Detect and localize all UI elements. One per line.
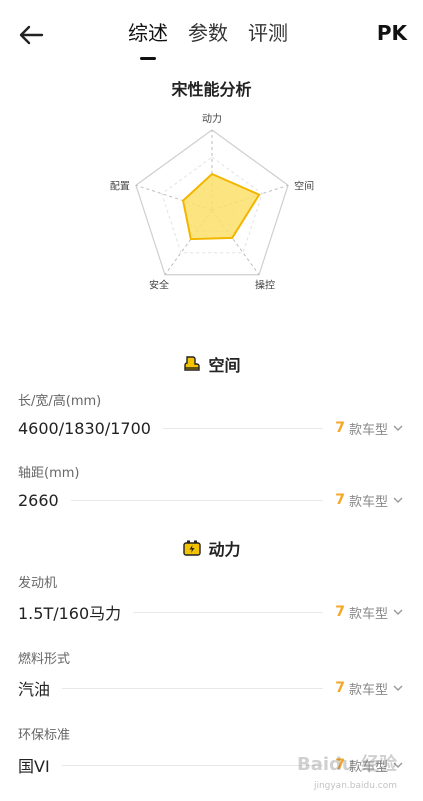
param-label-fuel: 燃料形式 (18, 652, 71, 667)
model-count: 7 (335, 420, 345, 436)
param-value-engine: 1.5T/160马力 (18, 604, 122, 623)
model-count: 7 (335, 604, 345, 620)
tab-bar: 综述 参数 评测 (128, 18, 288, 60)
divider (62, 687, 324, 689)
top-nav: 综述 参数 评测 PK (0, 10, 423, 60)
param-value-emission: 国VI (18, 757, 50, 776)
model-count-suffix: 款车型 (348, 422, 388, 438)
param-label-emission: 环保标准 (18, 728, 71, 743)
divider (61, 764, 324, 766)
tab-review[interactable]: 评测 (248, 18, 288, 54)
param-value-fuel: 汽油 (18, 680, 51, 699)
model-count-suffix: 款车型 (348, 494, 388, 510)
param-row-fuel[interactable]: 汽油 7 款车型 (18, 676, 404, 700)
divider (70, 499, 324, 501)
model-count: 7 (335, 680, 345, 696)
analysis-title: 宋性能分析 (171, 80, 252, 99)
param-row-engine[interactable]: 1.5T/160马力 7 款车型 (18, 600, 404, 624)
model-count-suffix: 款车型 (348, 682, 388, 698)
param-row-wheelbase[interactable]: 2660 7 款车型 (18, 488, 404, 512)
status-bar (0, 0, 423, 8)
radar-axis-label: 操控 (255, 279, 275, 292)
battery-icon (183, 540, 202, 556)
divider (162, 427, 324, 429)
model-count: 7 (335, 492, 345, 508)
tab-params[interactable]: 参数 (188, 18, 228, 54)
divider (133, 611, 324, 613)
radar-axis-label: 动力 (202, 112, 222, 125)
tab-overview[interactable]: 综述 (128, 18, 168, 60)
chevron-down-icon[interactable] (392, 682, 404, 694)
chevron-down-icon[interactable] (392, 606, 404, 618)
param-label-wheelbase: 轴距(mm) (18, 466, 80, 481)
chevron-down-icon[interactable] (392, 494, 404, 506)
param-value-wheelbase: 2660 (18, 490, 59, 510)
radar-axis-label: 配置 (110, 180, 130, 192)
radar-axis-label: 安全 (149, 279, 169, 292)
param-row-dimensions[interactable]: 4600/1830/1700 7 款车型 (18, 416, 404, 440)
model-count-suffix: 款车型 (348, 606, 388, 622)
chevron-down-icon[interactable] (392, 422, 404, 434)
param-value-dimensions: 4600/1830/1700 (18, 418, 151, 438)
pk-button[interactable]: PK (377, 18, 407, 48)
section-header-power: 动力 (0, 536, 423, 560)
param-label-dimensions: 长/宽/高(mm) (18, 394, 102, 409)
seat-icon (184, 356, 201, 371)
watermark-logo: Baidu 经验 (296, 754, 397, 775)
section-title-power: 动力 (208, 540, 241, 559)
section-header-space: 空间 (0, 352, 423, 376)
radar-axis-label: 空间 (294, 179, 314, 192)
watermark-url: jingyan.baidu.com (313, 781, 397, 791)
radar-chart: 动力空间操控 安全 配置 (110, 112, 314, 292)
back-arrow-icon[interactable] (16, 20, 46, 50)
param-label-engine: 发动机 (18, 576, 58, 591)
section-title-space: 空间 (208, 356, 241, 375)
